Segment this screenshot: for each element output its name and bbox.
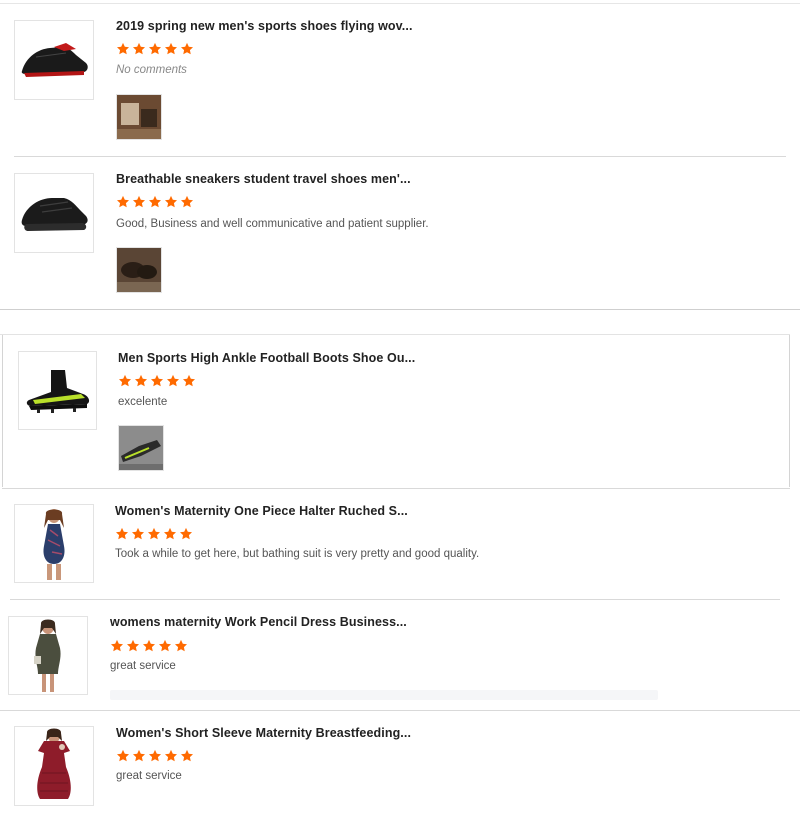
rating-stars <box>116 42 194 56</box>
product-title-link[interactable]: womens maternity Work Pencil Dress Busin… <box>110 615 407 629</box>
star-icon <box>180 42 194 55</box>
customer-photo-icon <box>117 95 161 139</box>
review-comment: No comments <box>116 64 187 76</box>
star-icon <box>148 42 162 55</box>
review-comment: great service <box>110 660 176 672</box>
product-title-link[interactable]: 2019 spring new men's sports shoes flyin… <box>116 19 413 33</box>
star-icon <box>116 195 130 208</box>
section-divider <box>0 309 800 310</box>
star-icon <box>164 42 178 55</box>
black-red-sneaker-icon <box>21 43 88 77</box>
star-icon <box>164 195 178 208</box>
star-icon <box>132 42 146 55</box>
customer-photo-icon <box>119 426 163 470</box>
review-item: Men Sports High Ankle Football Boots Sho… <box>2 335 790 487</box>
star-icon <box>166 374 180 387</box>
top-divider <box>0 3 800 4</box>
star-icon <box>115 527 129 540</box>
star-icon <box>148 749 162 762</box>
review-comment: excelente <box>118 396 168 408</box>
black-sneaker-icon <box>21 198 88 231</box>
star-icon <box>163 527 177 540</box>
rating-stars <box>110 639 188 653</box>
rating-stars <box>116 749 194 763</box>
rating-stars <box>118 374 196 388</box>
maternity-swimsuit-icon <box>43 508 65 580</box>
star-icon <box>150 374 164 387</box>
maternity-dress-icon <box>34 619 61 692</box>
review-item: Breathable sneakers student travel shoes… <box>0 158 800 308</box>
rating-stars <box>116 195 194 209</box>
review-item: Women's Short Sleeve Maternity Breastfee… <box>0 712 800 818</box>
star-icon <box>132 749 146 762</box>
product-title-link[interactable]: Men Sports High Ankle Football Boots Sho… <box>118 351 415 365</box>
star-icon <box>148 195 162 208</box>
star-icon <box>118 374 132 387</box>
star-icon <box>147 527 161 540</box>
product-thumbnail[interactable] <box>14 173 94 253</box>
star-icon <box>134 374 148 387</box>
star-icon <box>131 527 145 540</box>
product-title-link[interactable]: Breathable sneakers student travel shoes… <box>116 172 411 186</box>
star-icon <box>116 749 130 762</box>
item-divider <box>14 156 786 157</box>
star-icon <box>164 749 178 762</box>
product-thumbnail[interactable] <box>8 616 88 695</box>
star-icon <box>182 374 196 387</box>
item-divider <box>0 710 800 711</box>
product-title-link[interactable]: Women's Short Sleeve Maternity Breastfee… <box>116 726 411 740</box>
product-thumbnail[interactable] <box>18 351 97 430</box>
red-maternity-dress-icon <box>37 728 71 799</box>
review-comment: great service <box>116 770 182 782</box>
star-icon <box>179 527 193 540</box>
star-icon <box>174 639 188 652</box>
star-icon <box>126 639 140 652</box>
review-item: 2019 spring new men's sports shoes flyin… <box>0 6 800 156</box>
star-icon <box>180 749 194 762</box>
rating-stars <box>115 527 193 541</box>
product-title-link[interactable]: Women's Maternity One Piece Halter Ruche… <box>115 504 408 518</box>
review-comment: Took a while to get here, but bathing su… <box>115 548 480 560</box>
product-thumbnail[interactable] <box>14 504 94 583</box>
star-icon <box>142 639 156 652</box>
star-icon <box>180 195 194 208</box>
review-item: Women's Maternity One Piece Halter Ruche… <box>0 490 800 598</box>
item-divider <box>10 599 780 600</box>
star-icon <box>132 195 146 208</box>
product-thumbnail[interactable] <box>14 726 94 806</box>
customer-photo-icon <box>117 248 161 292</box>
star-icon <box>116 42 130 55</box>
review-photo[interactable] <box>116 247 162 293</box>
review-item: womens maternity Work Pencil Dress Busin… <box>0 601 800 709</box>
item-divider <box>2 488 790 489</box>
loading-placeholder-bar <box>110 690 658 700</box>
football-boot-icon <box>26 369 89 413</box>
review-comment: Good, Business and well communicative an… <box>116 218 429 230</box>
star-icon <box>158 639 172 652</box>
review-photo[interactable] <box>118 425 164 471</box>
product-thumbnail[interactable] <box>14 20 94 100</box>
review-photo[interactable] <box>116 94 162 140</box>
star-icon <box>110 639 124 652</box>
